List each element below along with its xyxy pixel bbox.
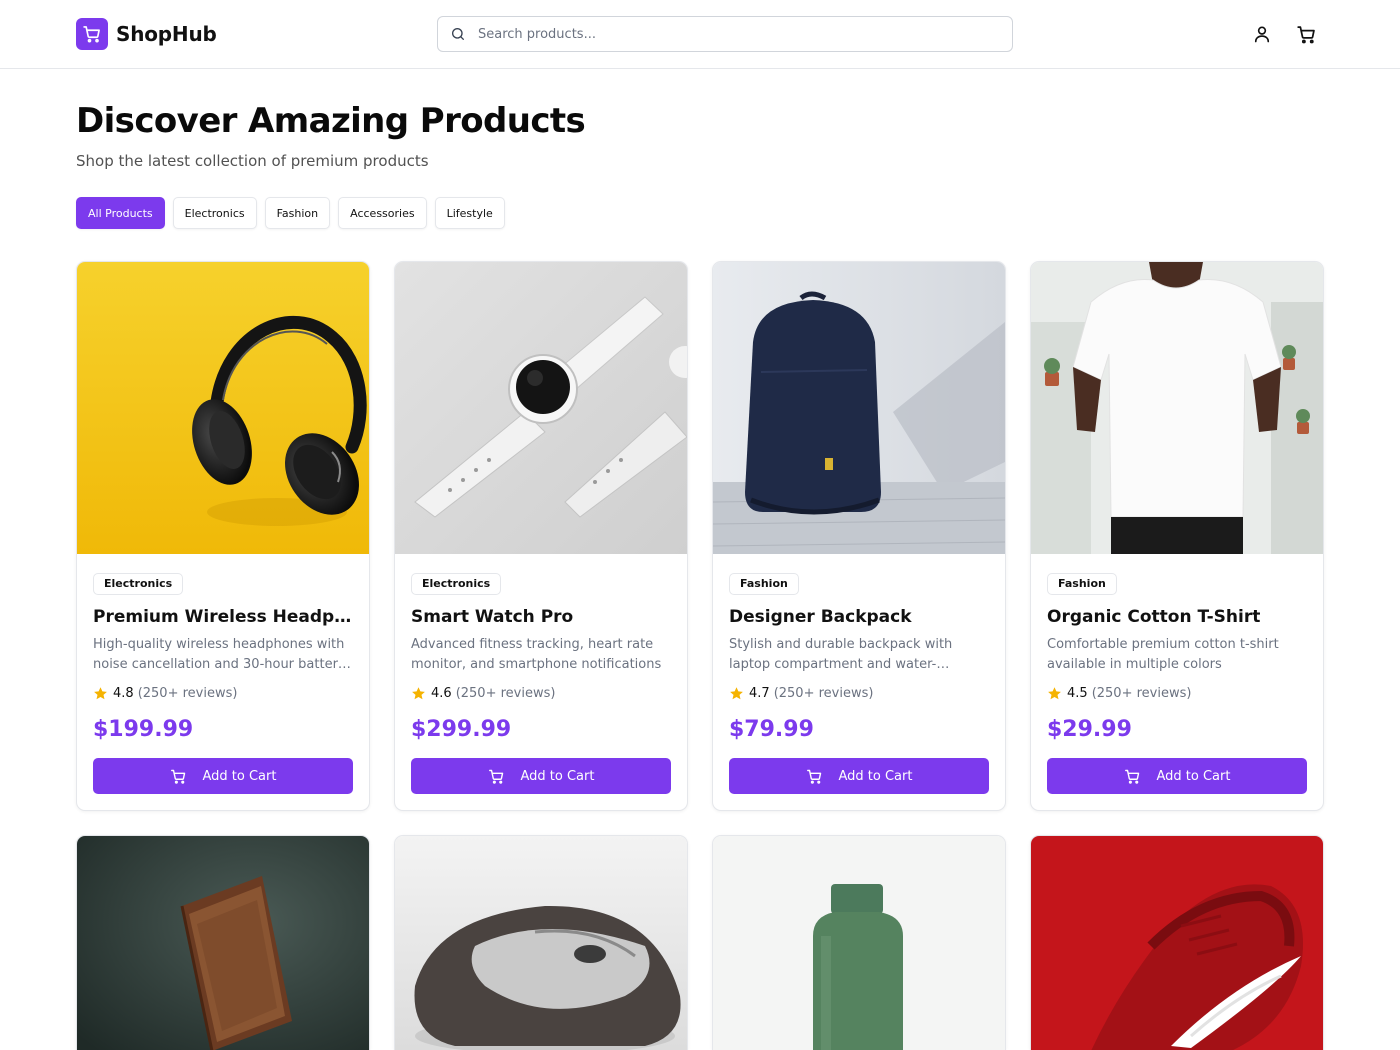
product-image-headphones[interactable] — [77, 262, 369, 554]
product-description: High-quality wireless headphones with no… — [93, 637, 346, 672]
product-price: $79.99 — [729, 717, 814, 742]
category-badge: Electronics — [93, 573, 184, 595]
user-icon[interactable] — [1250, 22, 1274, 46]
product-rating: 4.6 (250+ reviews) — [411, 683, 671, 703]
add-to-cart-label: Add to Cart — [202, 768, 277, 784]
product-rating: 4.5 (250+ reviews) — [1047, 683, 1307, 703]
product-image-t-shirt[interactable] — [1031, 262, 1323, 554]
product-card[interactable]: Fashion Organic Cotton T-Shirt Comfortab… — [1030, 261, 1324, 811]
page-title: Discover Amazing Products — [76, 101, 586, 141]
shopping-cart-icon[interactable] — [1294, 22, 1318, 46]
product-card[interactable] — [1030, 835, 1324, 1050]
product-title[interactable]: Smart Watch Pro — [411, 605, 671, 629]
product-rating: 4.8 (250+ reviews) — [93, 683, 353, 703]
star-icon — [412, 686, 425, 699]
product-title[interactable]: Organic Cotton T-Shirt — [1047, 605, 1307, 629]
review-count: (250+ reviews) — [1091, 685, 1192, 701]
product-image-backpack[interactable] — [713, 262, 1005, 554]
filter-all-products[interactable]: All Products — [76, 197, 165, 229]
category-badge: Fashion — [729, 573, 799, 595]
search-icon — [450, 26, 466, 42]
add-to-cart-label: Add to Cart — [520, 768, 595, 784]
product-image-smart-watch[interactable] — [395, 262, 687, 554]
product-card[interactable]: Electronics Smart Watch Pro Advanced fit… — [394, 261, 688, 811]
add-to-cart-label: Add to Cart — [1156, 768, 1231, 784]
product-card[interactable] — [712, 835, 1006, 1050]
rating-score: 4.7 — [749, 685, 770, 701]
star-icon — [1048, 686, 1061, 699]
product-description: Stylish and durable backpack with laptop… — [729, 637, 953, 672]
cart-icon — [806, 768, 823, 785]
review-count: (250+ reviews) — [137, 685, 238, 701]
category-badge: Fashion — [1047, 573, 1117, 595]
rating-score: 4.6 — [431, 685, 452, 701]
product-title[interactable]: Premium Wireless Headphones — [93, 605, 353, 629]
product-rating: 4.7 (250+ reviews) — [729, 683, 989, 703]
review-count: (250+ reviews) — [773, 685, 874, 701]
add-to-cart-button[interactable]: Add to Cart — [1047, 758, 1307, 794]
product-card[interactable] — [76, 835, 370, 1050]
category-filters: All Products Electronics Fashion Accesso… — [76, 197, 505, 229]
product-card[interactable] — [394, 835, 688, 1050]
cart-icon — [76, 18, 108, 50]
product-price: $199.99 — [93, 717, 194, 742]
cart-icon — [1124, 768, 1141, 785]
filter-accessories[interactable]: Accessories — [338, 197, 427, 229]
search-input[interactable] — [478, 26, 978, 42]
product-description: Comfortable premium cotton t-shirt avail… — [1047, 637, 1279, 672]
category-badge: Electronics — [411, 573, 502, 595]
cart-icon — [488, 768, 505, 785]
product-title[interactable]: Designer Backpack — [729, 605, 989, 629]
rating-score: 4.8 — [113, 685, 134, 701]
review-count: (250+ reviews) — [455, 685, 556, 701]
product-card[interactable]: Fashion Designer Backpack Stylish and du… — [712, 261, 1006, 811]
star-icon — [730, 686, 743, 699]
filter-lifestyle[interactable]: Lifestyle — [434, 197, 505, 229]
star-icon — [94, 686, 107, 699]
add-to-cart-button[interactable]: Add to Cart — [93, 758, 353, 794]
top-navbar: ShopHub — [0, 0, 1400, 69]
add-to-cart-button[interactable]: Add to Cart — [729, 758, 989, 794]
filter-electronics[interactable]: Electronics — [172, 197, 257, 229]
filter-fashion[interactable]: Fashion — [264, 197, 331, 229]
product-image-mouse[interactable] — [395, 836, 687, 1050]
page-subtitle: Shop the latest collection of premium pr… — [76, 152, 429, 170]
product-image-wallet[interactable] — [77, 836, 369, 1050]
search-bar[interactable] — [437, 16, 1013, 52]
product-description: Advanced fitness tracking, heart rate mo… — [411, 637, 662, 672]
product-image-sneaker[interactable] — [1031, 836, 1323, 1050]
product-card[interactable]: Electronics Premium Wireless Headphones … — [76, 261, 370, 811]
add-to-cart-label: Add to Cart — [838, 768, 913, 784]
rating-score: 4.5 — [1067, 685, 1088, 701]
cart-icon — [170, 768, 187, 785]
product-image-bottle[interactable] — [713, 836, 1005, 1050]
product-price: $29.99 — [1047, 717, 1132, 742]
brand-name: ShopHub — [116, 22, 217, 46]
brand-logo[interactable]: ShopHub — [76, 18, 217, 50]
product-price: $299.99 — [411, 717, 512, 742]
add-to-cart-button[interactable]: Add to Cart — [411, 758, 671, 794]
